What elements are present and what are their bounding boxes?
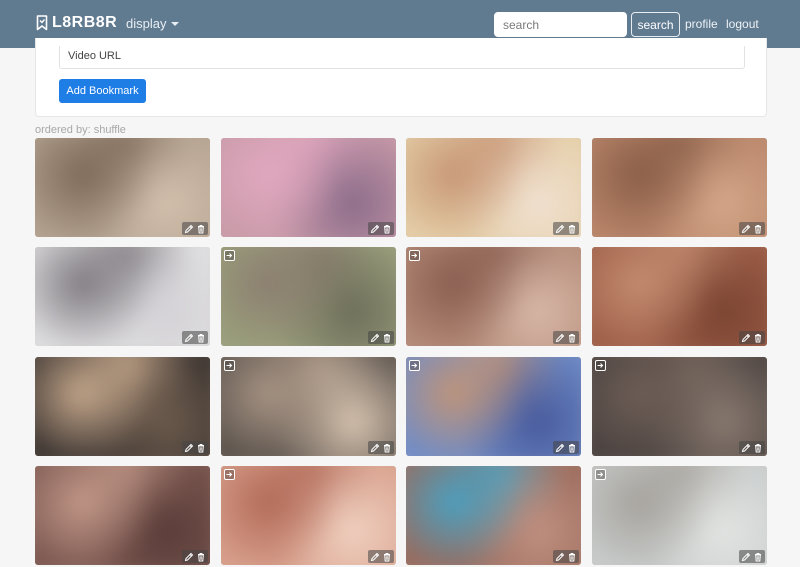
- bookmark-thumbnail[interactable]: [221, 247, 396, 346]
- tile-actions: [182, 550, 208, 563]
- pencil-icon[interactable]: [555, 224, 565, 234]
- enter-icon[interactable]: [224, 469, 235, 480]
- bookmark-thumbnail[interactable]: [35, 247, 210, 346]
- trash-icon[interactable]: [196, 333, 206, 343]
- tile-actions: [368, 222, 394, 235]
- trash-icon[interactable]: [567, 443, 577, 453]
- pencil-icon[interactable]: [184, 224, 194, 234]
- bookmark-thumbnail[interactable]: [592, 466, 767, 565]
- brand-logo[interactable]: L8RB8R: [36, 14, 117, 32]
- bookmark-thumbnail[interactable]: [592, 357, 767, 456]
- bookmark-thumbnail[interactable]: [35, 466, 210, 565]
- trash-icon[interactable]: [753, 552, 763, 562]
- enter-icon[interactable]: [224, 360, 235, 371]
- pencil-icon[interactable]: [370, 333, 380, 343]
- enter-icon[interactable]: [224, 250, 235, 261]
- trash-icon[interactable]: [753, 443, 763, 453]
- bookmark-thumbnail[interactable]: [592, 247, 767, 346]
- trash-icon[interactable]: [196, 552, 206, 562]
- tile-actions: [739, 441, 765, 454]
- pencil-icon[interactable]: [555, 443, 565, 453]
- tile-actions: [553, 331, 579, 344]
- tile-actions: [739, 222, 765, 235]
- pencil-icon[interactable]: [370, 443, 380, 453]
- bookmark-thumbnail[interactable]: [406, 466, 581, 565]
- logout-link[interactable]: logout: [726, 17, 759, 31]
- pencil-icon[interactable]: [741, 443, 751, 453]
- tile-actions: [368, 331, 394, 344]
- bookmark-thumbnail[interactable]: [35, 138, 210, 237]
- trash-icon[interactable]: [567, 552, 577, 562]
- tile-actions: [182, 441, 208, 454]
- trash-icon[interactable]: [382, 333, 392, 343]
- enter-icon[interactable]: [595, 360, 606, 371]
- pencil-icon[interactable]: [184, 552, 194, 562]
- trash-icon[interactable]: [196, 443, 206, 453]
- pencil-icon[interactable]: [370, 224, 380, 234]
- tile-actions: [553, 222, 579, 235]
- bookmark-thumbnail[interactable]: [221, 138, 396, 237]
- trash-icon[interactable]: [196, 224, 206, 234]
- bookmark-thumbnail[interactable]: [221, 466, 396, 565]
- pencil-icon[interactable]: [741, 552, 751, 562]
- search-button[interactable]: search: [631, 12, 680, 37]
- display-label: display: [126, 16, 167, 31]
- search-input[interactable]: [494, 12, 627, 37]
- trash-icon[interactable]: [567, 224, 577, 234]
- trash-icon[interactable]: [382, 224, 392, 234]
- trash-icon[interactable]: [567, 333, 577, 343]
- pencil-icon[interactable]: [741, 333, 751, 343]
- add-bookmark-button[interactable]: Add Bookmark: [59, 79, 146, 103]
- bookmark-thumbnail[interactable]: [35, 357, 210, 456]
- trash-icon[interactable]: [753, 333, 763, 343]
- pencil-icon[interactable]: [555, 552, 565, 562]
- pencil-icon[interactable]: [555, 333, 565, 343]
- bookmark-icon: [36, 15, 48, 31]
- sort-order-label: ordered by: shuffle: [35, 124, 126, 136]
- display-dropdown[interactable]: display: [126, 16, 180, 31]
- enter-icon[interactable]: [409, 250, 420, 261]
- tile-actions: [368, 441, 394, 454]
- trash-icon[interactable]: [382, 443, 392, 453]
- tile-actions: [739, 331, 765, 344]
- add-bookmark-form: Video URL Add Bookmark: [35, 38, 767, 117]
- pencil-icon[interactable]: [184, 333, 194, 343]
- bookmark-thumbnail[interactable]: [406, 357, 581, 456]
- tile-actions: [553, 550, 579, 563]
- pencil-icon[interactable]: [184, 443, 194, 453]
- enter-icon[interactable]: [595, 469, 606, 480]
- profile-link[interactable]: profile: [685, 17, 718, 31]
- pencil-icon[interactable]: [370, 552, 380, 562]
- tile-actions: [182, 331, 208, 344]
- bookmark-thumbnail[interactable]: [406, 138, 581, 237]
- video-url-field[interactable]: Video URL: [59, 46, 745, 69]
- bookmark-thumbnail[interactable]: [406, 247, 581, 346]
- chevron-down-icon: [171, 21, 180, 26]
- tile-actions: [739, 550, 765, 563]
- tile-actions: [368, 550, 394, 563]
- tile-actions: [553, 441, 579, 454]
- bookmark-thumbnail[interactable]: [221, 357, 396, 456]
- tile-actions: [182, 222, 208, 235]
- brand-name: L8RB8R: [52, 14, 118, 31]
- pencil-icon[interactable]: [741, 224, 751, 234]
- enter-icon[interactable]: [409, 360, 420, 371]
- trash-icon[interactable]: [382, 552, 392, 562]
- bookmark-thumbnail[interactable]: [592, 138, 767, 237]
- trash-icon[interactable]: [753, 224, 763, 234]
